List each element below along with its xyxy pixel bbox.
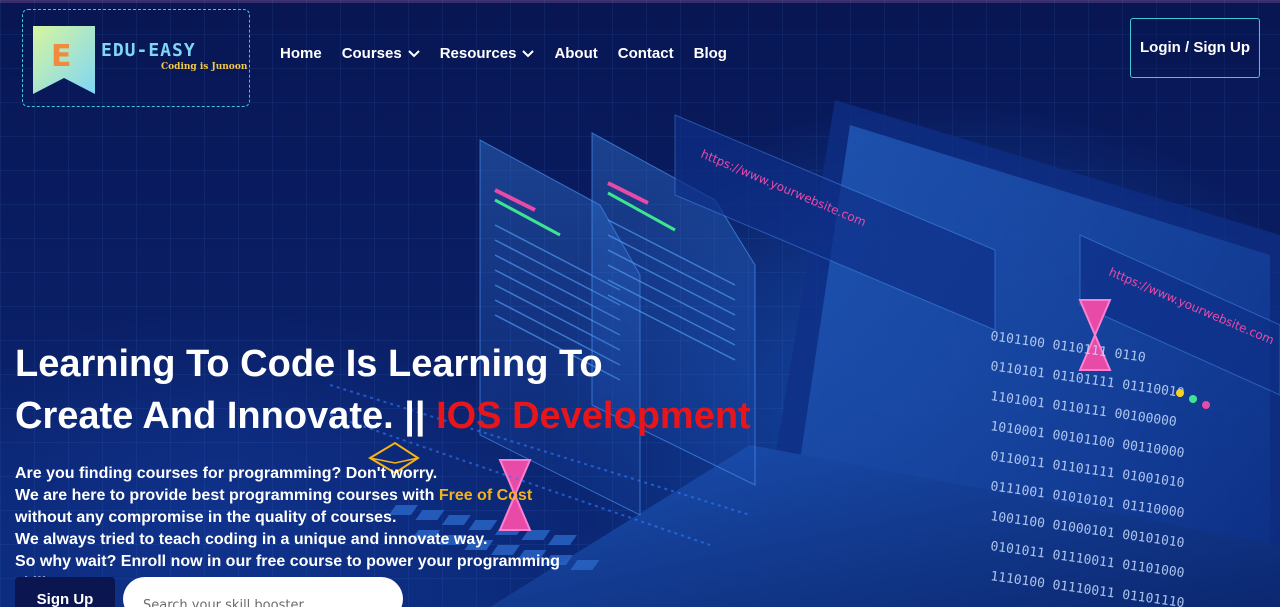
brand-tagline: Coding is Junoon [161,62,248,72]
signup-button[interactable]: Sign Up [15,577,115,607]
nav-about[interactable]: About [554,45,597,62]
nav-courses[interactable]: Courses [342,45,420,62]
nav-resources[interactable]: Resources [440,45,535,62]
nav-home[interactable]: Home [280,45,322,62]
chevron-down-icon [522,49,535,57]
svg-text:E: E [51,39,72,74]
skill-search-input[interactable] [123,577,403,607]
headline-accent: IOS Development [436,395,751,437]
hero-description: Are you finding courses for programming?… [15,463,575,595]
logo-bookmark-icon: E [33,26,95,94]
chevron-down-icon [408,49,420,57]
headline-line1: Learning To Code Is Learning To [15,343,603,385]
desc-line3: without any compromise in the quality of… [15,509,397,526]
main-nav: Home Courses Resources About Contact Blo… [280,45,727,62]
free-of-cost-highlight: Free of Cost [438,487,533,504]
nav-blog[interactable]: Blog [694,45,727,62]
nav-contact[interactable]: Contact [618,45,674,62]
headline-line2: Create And Innovate. || [15,395,426,437]
desc-line1: Are you finding courses for programming?… [15,465,438,482]
hero-headline: Learning To Code Is Learning To Create A… [15,338,775,442]
hero-section: https://www.yourwebsite.com https://www.… [0,0,1280,607]
brand-name: EDU-EASY [101,40,196,61]
desc-line2: We are here to provide best programming … [15,487,435,504]
desc-line4: We always tried to teach coding in a uni… [15,531,488,548]
login-signup-button[interactable]: Login / Sign Up [1130,18,1260,78]
logo[interactable]: E EDU-EASY Coding is Junoon [22,9,250,107]
